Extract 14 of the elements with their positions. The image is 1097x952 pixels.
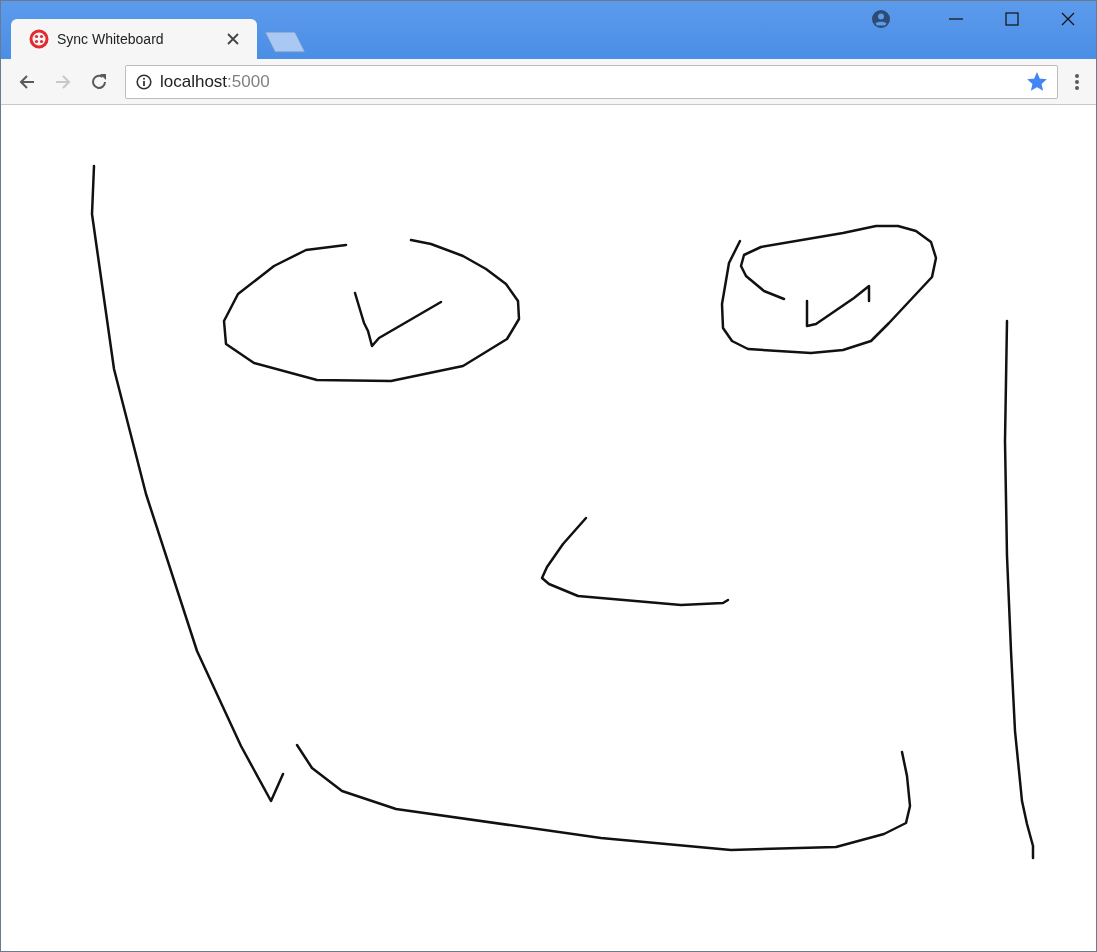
profile-icon[interactable] bbox=[872, 10, 890, 28]
address-text: localhost:5000 bbox=[160, 70, 271, 93]
bookmark-star-icon[interactable] bbox=[1027, 71, 1047, 92]
site-logo-icon bbox=[29, 29, 49, 49]
maximize-icon[interactable] bbox=[1005, 12, 1019, 26]
close-tab-icon[interactable] bbox=[227, 33, 239, 45]
tab-title: Sync Whiteboard bbox=[57, 29, 165, 49]
address-field[interactable]: localhost:5000 bbox=[125, 64, 1058, 99]
browser-tab[interactable]: Sync Whiteboard bbox=[11, 19, 257, 59]
close-icon[interactable] bbox=[1061, 12, 1075, 26]
reload-icon[interactable] bbox=[89, 71, 109, 92]
info-icon bbox=[136, 73, 152, 90]
new-tab-icon[interactable] bbox=[263, 31, 307, 53]
menu-icon[interactable] bbox=[1074, 72, 1080, 91]
